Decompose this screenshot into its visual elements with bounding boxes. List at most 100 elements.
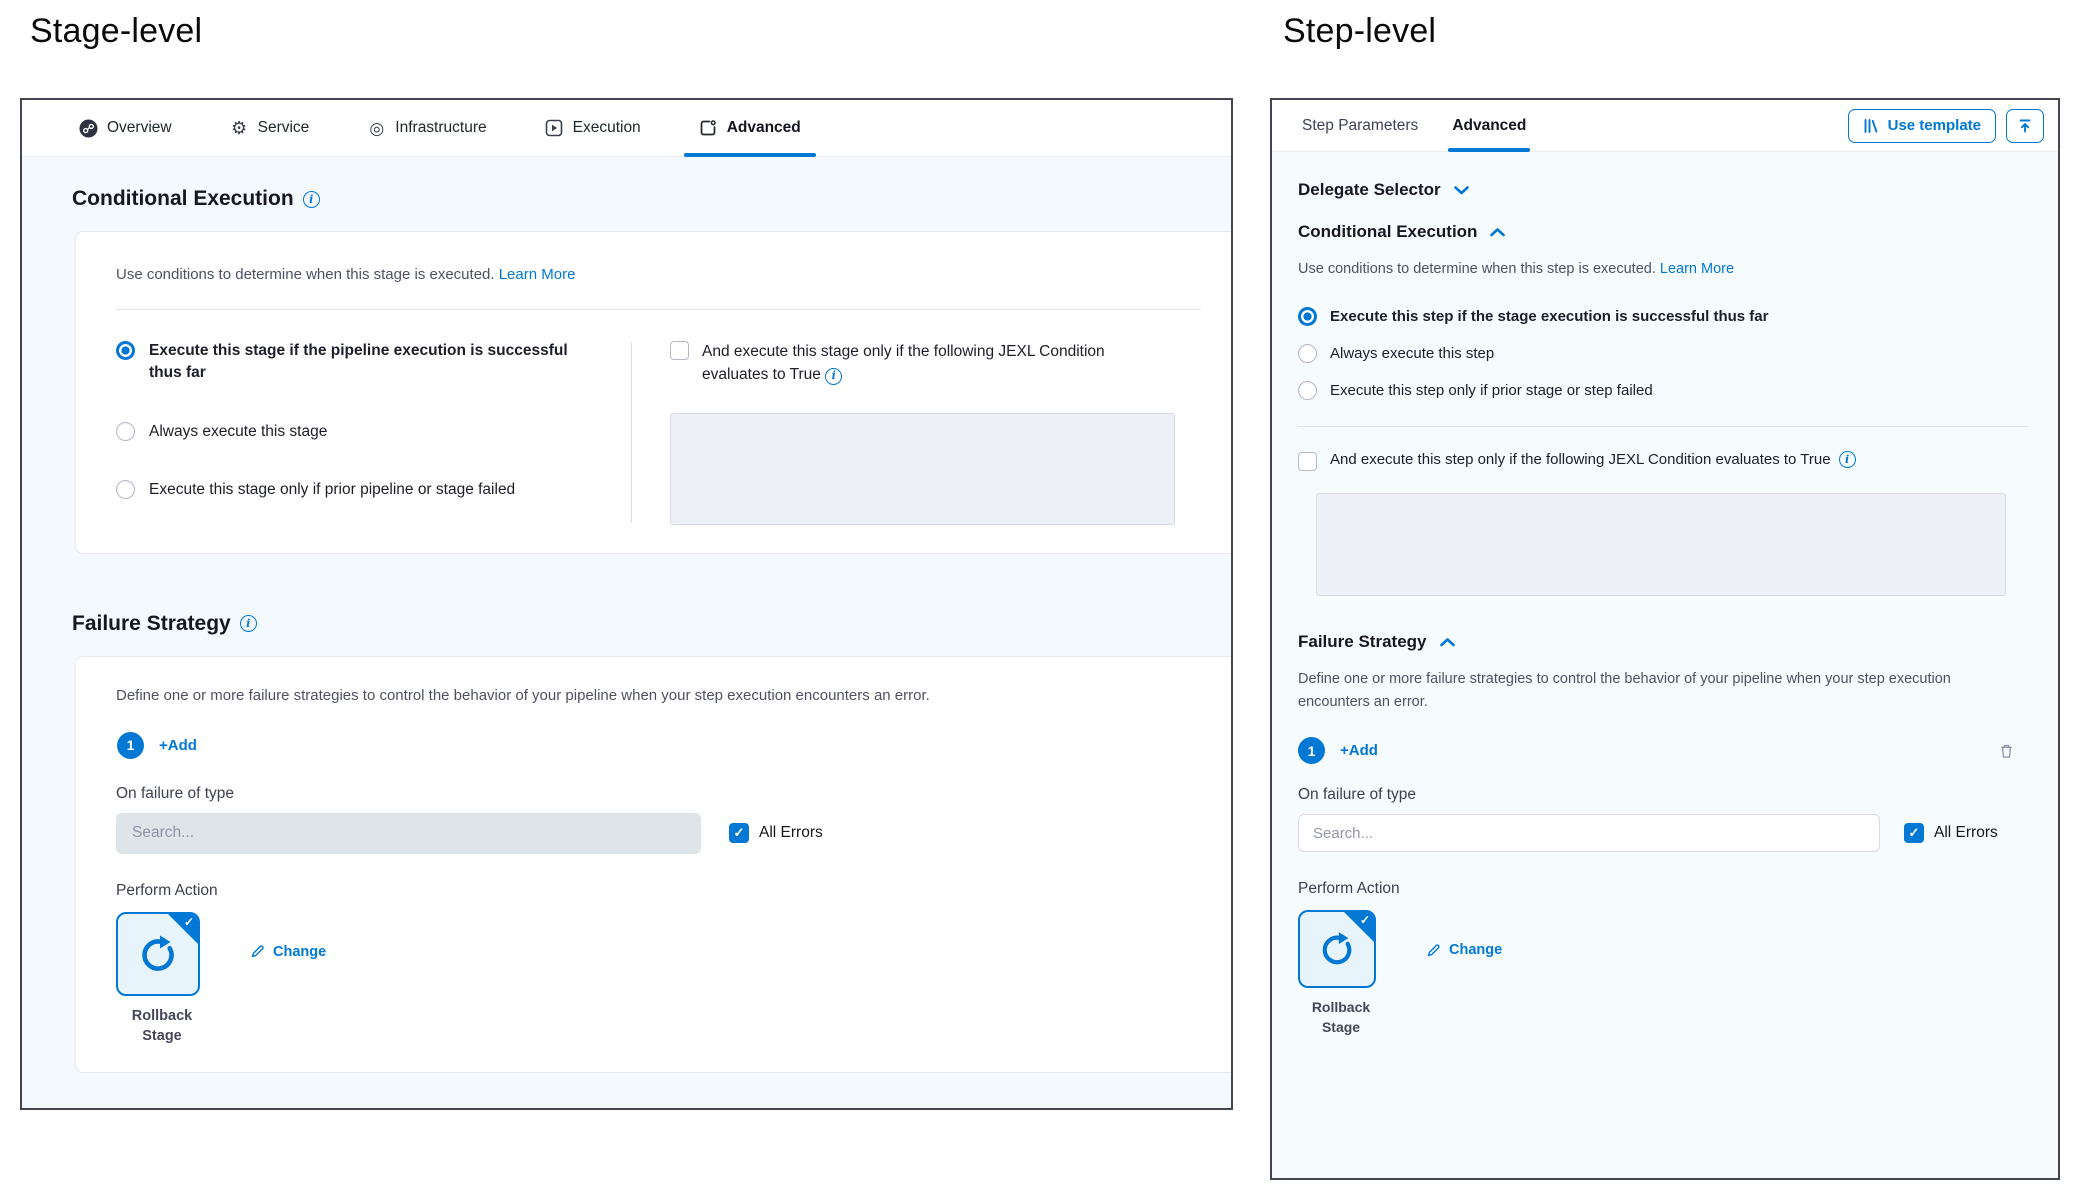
execution-icon bbox=[545, 119, 564, 138]
radio-option-failed[interactable]: Execute this step only if prior stage or… bbox=[1298, 380, 2028, 400]
learn-more-link[interactable]: Learn More bbox=[499, 266, 576, 283]
jexl-checkbox-row[interactable]: And execute this step only if the follow… bbox=[1298, 451, 2028, 471]
add-strategy-button[interactable]: +Add bbox=[1340, 742, 1378, 759]
stage-advanced-panel: Overview Service Infrastructure Executio… bbox=[20, 98, 1233, 1110]
heading-text: Failure Strategy bbox=[1298, 632, 1427, 652]
advanced-icon bbox=[699, 119, 718, 138]
jexl-condition-textarea[interactable] bbox=[1316, 493, 2006, 596]
conditional-columns: Execute this stage if the pipeline execu… bbox=[116, 340, 1231, 525]
stage-advanced-content: Conditional Execution Use conditions to … bbox=[22, 157, 1231, 1108]
radio-label: Execute this stage only if prior pipelin… bbox=[149, 479, 515, 501]
failure-type-search-input[interactable] bbox=[116, 813, 701, 854]
change-action-link[interactable]: Change bbox=[250, 944, 326, 960]
add-strategy-button[interactable]: +Add bbox=[159, 737, 197, 754]
info-icon[interactable] bbox=[240, 615, 257, 632]
failure-type-search-input[interactable] bbox=[1298, 814, 1880, 852]
pencil-icon bbox=[250, 944, 265, 959]
template-library-icon bbox=[1863, 118, 1879, 134]
jexl-checkbox[interactable] bbox=[670, 341, 689, 360]
chevron-up-icon bbox=[1490, 228, 1505, 237]
stage-condition-radio-group: Execute this stage if the pipeline execu… bbox=[116, 340, 631, 525]
failure-strategy-description: Define one or more failure strategies to… bbox=[116, 687, 1231, 704]
all-errors-option[interactable]: All Errors bbox=[1904, 823, 1998, 843]
save-as-template-button[interactable] bbox=[2006, 109, 2044, 143]
heading-text: Conditional Execution bbox=[1298, 222, 1477, 242]
tab-overview[interactable]: Overview bbox=[50, 100, 201, 156]
radio-unselected-icon[interactable] bbox=[116, 480, 135, 499]
radio-selected-icon[interactable] bbox=[116, 341, 135, 360]
jexl-condition-column: And execute this stage only if the follo… bbox=[632, 340, 1231, 525]
pencil-icon bbox=[1426, 943, 1441, 958]
tab-advanced[interactable]: Advanced bbox=[1452, 100, 1526, 151]
stage-tabbar: Overview Service Infrastructure Executio… bbox=[22, 100, 1231, 157]
change-label: Change bbox=[273, 944, 326, 960]
change-action-link[interactable]: Change bbox=[1426, 942, 1502, 958]
strategy-list-row: 1 +Add bbox=[117, 732, 1231, 759]
info-icon[interactable] bbox=[825, 368, 842, 385]
tab-step-parameters[interactable]: Step Parameters bbox=[1302, 100, 1418, 151]
tab-service[interactable]: Service bbox=[201, 100, 339, 156]
all-errors-option[interactable]: All Errors bbox=[729, 823, 823, 843]
heading-text: Failure Strategy bbox=[72, 612, 231, 636]
conditional-description: Use conditions to determine when this st… bbox=[1298, 258, 2008, 280]
radio-option-always[interactable]: Always execute this stage bbox=[116, 421, 631, 443]
all-errors-checkbox[interactable] bbox=[729, 823, 749, 843]
radio-label: Execute this stage if the pipeline execu… bbox=[149, 340, 569, 385]
delegate-selector-header[interactable]: Delegate Selector bbox=[1298, 180, 2028, 200]
perform-action-label: Perform Action bbox=[1298, 880, 2028, 898]
step-tabbar: Step Parameters Advanced Use template bbox=[1272, 100, 2058, 152]
radio-label: Always execute this step bbox=[1330, 345, 1494, 362]
infrastructure-icon bbox=[367, 119, 386, 138]
use-template-button[interactable]: Use template bbox=[1848, 109, 1996, 143]
info-icon[interactable] bbox=[303, 191, 320, 208]
radio-option-success[interactable]: Execute this step if the stage execution… bbox=[1298, 306, 2028, 326]
all-errors-checkbox[interactable] bbox=[1904, 823, 1924, 843]
tab-label: Service bbox=[258, 119, 310, 137]
tab-label: Advanced bbox=[727, 119, 801, 137]
perform-action-row: Rollback Stage Change bbox=[116, 912, 1231, 1047]
check-icon bbox=[1360, 913, 1370, 927]
radio-unselected-icon[interactable] bbox=[1298, 344, 1317, 363]
radio-unselected-icon[interactable] bbox=[1298, 381, 1317, 400]
action-name: Rollback Stage bbox=[1298, 998, 1384, 1037]
jexl-condition-textarea[interactable] bbox=[670, 413, 1175, 525]
use-template-label: Use template bbox=[1888, 117, 1981, 134]
radio-selected-icon[interactable] bbox=[1298, 307, 1317, 326]
rollback-stage-tile[interactable] bbox=[116, 912, 200, 996]
tab-execution[interactable]: Execution bbox=[516, 100, 670, 156]
learn-more-link[interactable]: Learn More bbox=[1660, 261, 1734, 277]
info-icon[interactable] bbox=[1839, 451, 1856, 468]
chevron-down-icon bbox=[1454, 186, 1469, 195]
heading-text: Conditional Execution bbox=[72, 187, 294, 211]
radio-option-always[interactable]: Always execute this step bbox=[1298, 343, 2028, 363]
conditional-description: Use conditions to determine when this st… bbox=[116, 266, 1231, 283]
strategy-list-row: 1 +Add bbox=[1298, 737, 2028, 764]
jexl-checkbox[interactable] bbox=[1298, 452, 1317, 471]
radio-unselected-icon[interactable] bbox=[116, 422, 135, 441]
rollback-stage-tile[interactable] bbox=[1298, 910, 1376, 988]
change-label: Change bbox=[1449, 942, 1502, 958]
action-name: Rollback Stage bbox=[116, 1006, 208, 1047]
tab-label: Infrastructure bbox=[395, 119, 486, 137]
step-condition-radio-group: Execute this step if the stage execution… bbox=[1298, 306, 2028, 400]
tab-infrastructure[interactable]: Infrastructure bbox=[338, 100, 515, 156]
on-failure-label: On failure of type bbox=[116, 785, 1231, 803]
failure-strategy-card: Define one or more failure strategies to… bbox=[75, 656, 1231, 1074]
radio-option-success[interactable]: Execute this stage if the pipeline execu… bbox=[116, 340, 631, 385]
jexl-label-text: And execute this step only if the follow… bbox=[1330, 451, 1831, 468]
conditional-execution-header[interactable]: Conditional Execution bbox=[1298, 222, 2028, 242]
radio-option-failed[interactable]: Execute this stage only if prior pipelin… bbox=[116, 479, 631, 501]
action-tile-wrap: Rollback Stage bbox=[1298, 910, 1384, 1037]
delete-strategy-icon[interactable] bbox=[1999, 743, 2014, 759]
jexl-checkbox-row[interactable]: And execute this stage only if the follo… bbox=[670, 340, 1231, 387]
perform-action-label: Perform Action bbox=[116, 882, 1231, 900]
radio-label: Execute this step only if prior stage or… bbox=[1330, 382, 1653, 399]
description-text: Use conditions to determine when this st… bbox=[116, 266, 495, 283]
failure-strategy-header[interactable]: Failure Strategy bbox=[1298, 632, 2028, 652]
strategy-count-badge[interactable]: 1 bbox=[1298, 737, 1325, 764]
conditional-execution-heading: Conditional Execution bbox=[72, 187, 1231, 211]
radio-label: Execute this step if the stage execution… bbox=[1330, 308, 1768, 325]
chevron-up-icon bbox=[1440, 638, 1455, 647]
strategy-count-badge[interactable]: 1 bbox=[117, 732, 144, 759]
tab-advanced[interactable]: Advanced bbox=[670, 100, 830, 156]
